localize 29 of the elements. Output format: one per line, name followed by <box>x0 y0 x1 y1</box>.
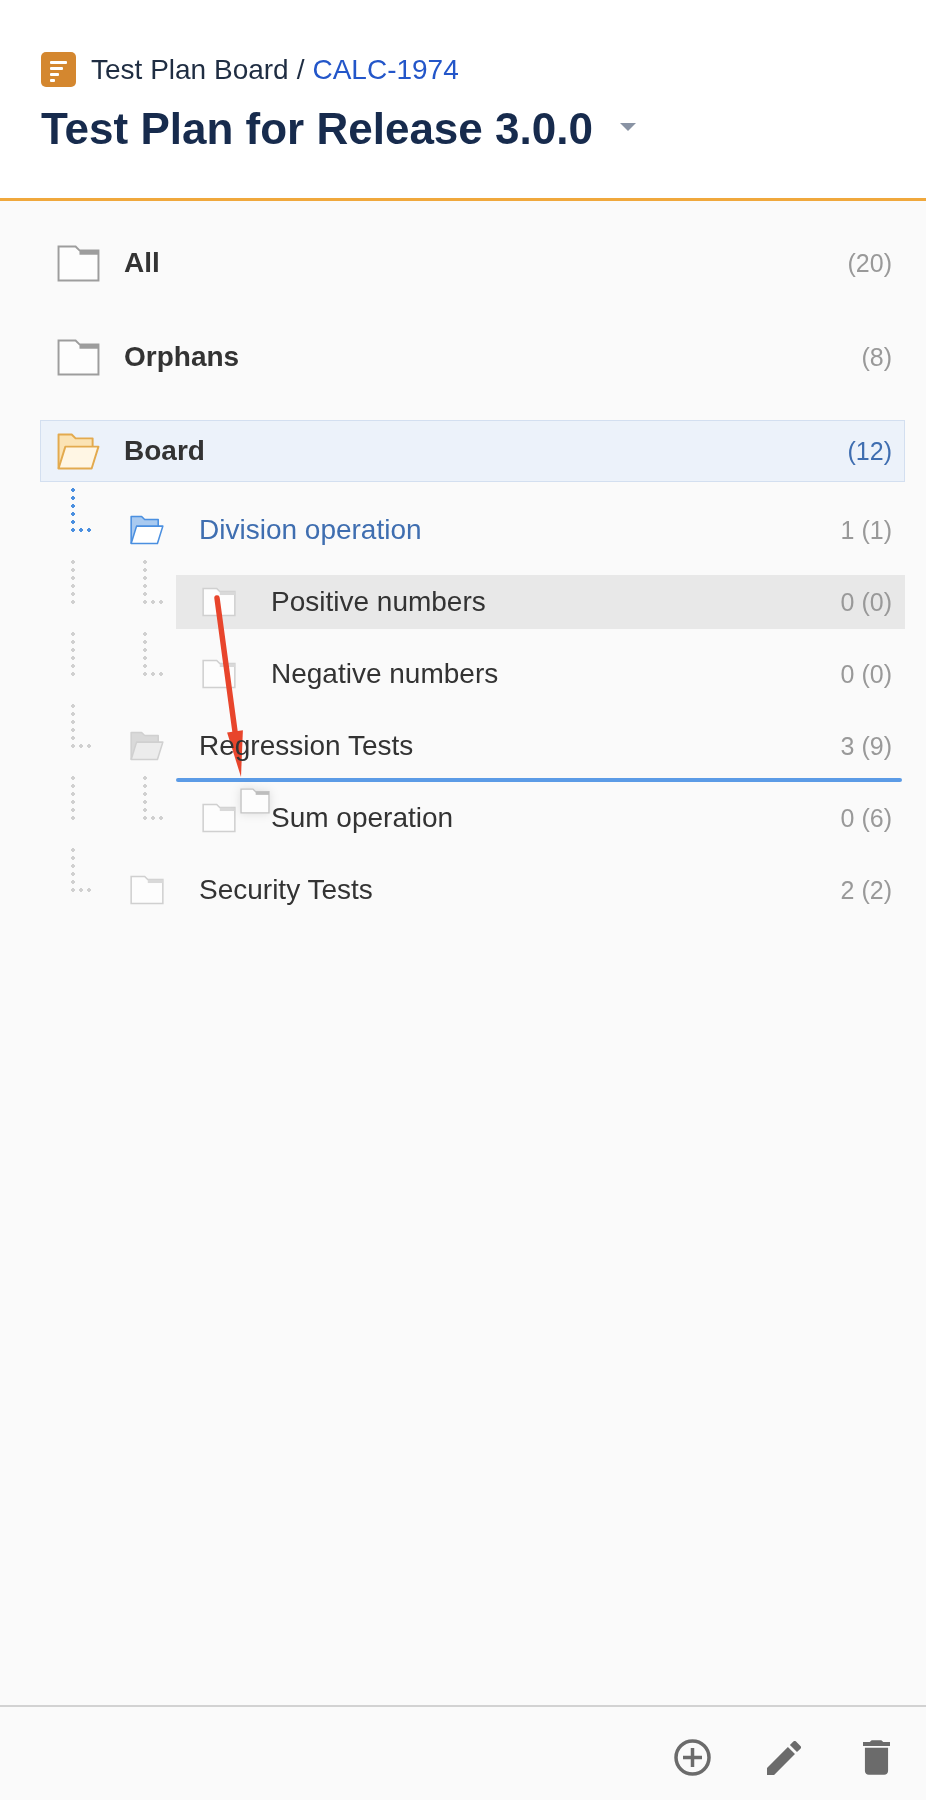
item-count: (8) <box>861 342 892 372</box>
folder-label[interactable]: Sum operation <box>271 802 454 834</box>
breadcrumb-text[interactable]: Test Plan Board <box>91 53 289 86</box>
item-count: 0 (0) <box>840 659 892 689</box>
caret-icon[interactable] <box>619 123 636 131</box>
folder-label[interactable]: All <box>124 247 160 279</box>
page-title: Test Plan for Release 3.0.0 <box>41 104 593 154</box>
folder-icon <box>240 785 270 817</box>
list-icon <box>41 52 76 87</box>
trash-icon <box>862 1740 890 1775</box>
breadcrumb-separator: / <box>296 53 305 86</box>
folder-label[interactable]: Positive numbers <box>271 586 486 618</box>
item-count: 3 (9) <box>840 731 892 761</box>
item-count: (12) <box>847 436 892 466</box>
item-count: 1 (1) <box>840 515 892 545</box>
item-count: 0 (0) <box>840 587 892 617</box>
selected-row[interactable]: Board (12) <box>40 420 905 482</box>
folder-label[interactable]: Negative numbers <box>271 658 499 690</box>
folder-label[interactable]: Board <box>124 435 205 467</box>
folder-label[interactable]: Orphans <box>124 341 240 373</box>
issue-link[interactable]: CALC-1974 <box>312 53 459 86</box>
plus-circle-icon <box>673 1739 711 1776</box>
folder-label[interactable]: Security Tests <box>199 874 373 906</box>
pencil-icon <box>767 1740 801 1775</box>
dragged-row[interactable]: Positive numbers 0 (0) <box>176 575 905 629</box>
item-count: (20) <box>847 248 892 278</box>
folder-label[interactable]: Division operation <box>199 514 422 546</box>
item-count: 2 (2) <box>840 875 892 905</box>
item-count: 0 (6) <box>840 803 892 833</box>
